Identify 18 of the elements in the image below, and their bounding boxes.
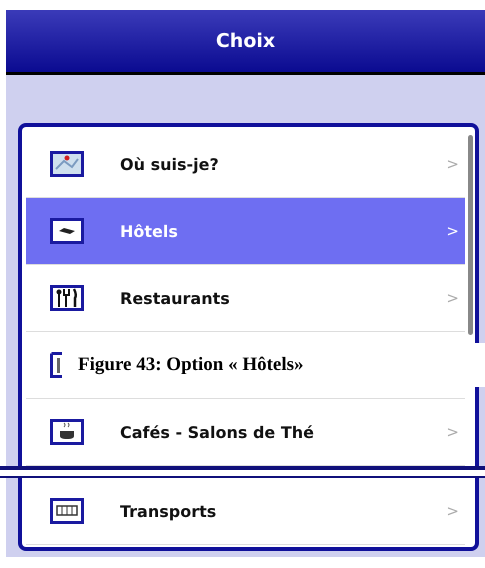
menu-item-label: Transports	[120, 502, 218, 520]
menu-item[interactable]: Hôtels >	[26, 198, 465, 265]
menu-item-label: Restaurants	[120, 288, 231, 308]
screen-title: Choix	[216, 30, 276, 52]
chevron-icon: >	[446, 155, 465, 173]
bus-icon	[50, 498, 84, 524]
menu-item[interactable]: Restaurants >	[26, 265, 465, 332]
map-pin-icon	[50, 151, 84, 177]
chevron-icon: >	[446, 423, 465, 441]
menu-item-label: Où suis-je?	[120, 154, 220, 174]
chevron-icon: >	[446, 289, 465, 307]
menu-item[interactable]: Transports >	[26, 478, 465, 545]
menu-item-label: Hôtels	[120, 222, 179, 240]
menu-item-label: Cafés - Salons de Thé	[120, 422, 315, 442]
cutlery-icon	[50, 285, 84, 311]
chevron-icon: >	[446, 502, 465, 520]
coffee-cup-icon	[50, 419, 84, 445]
chevron-icon: >	[446, 222, 465, 240]
